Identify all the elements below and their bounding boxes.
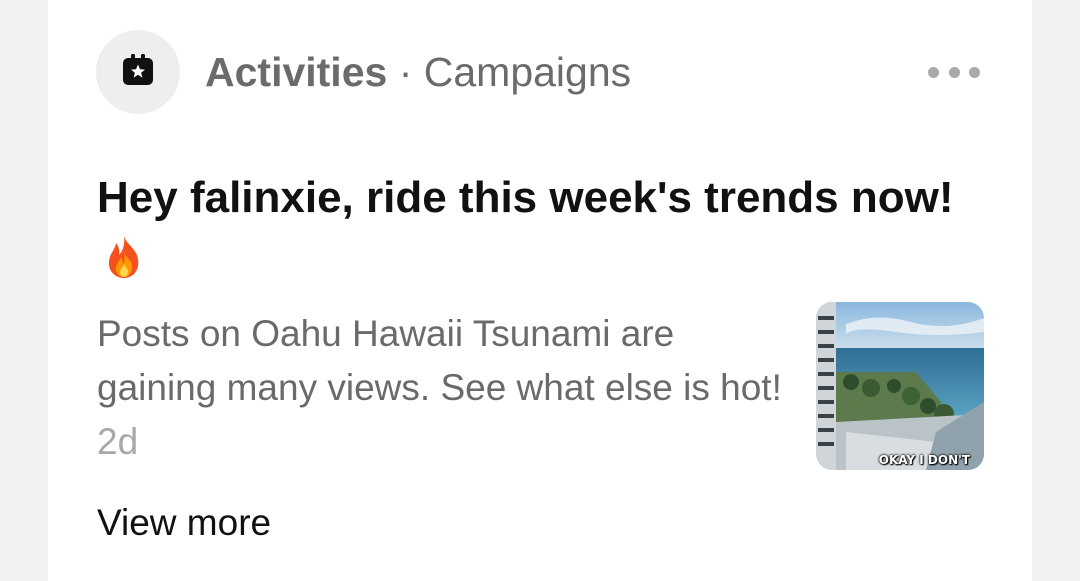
notification-card[interactable]: Activities · Campaigns Hey falinxie, rid…: [48, 0, 1032, 581]
more-options-button[interactable]: [928, 60, 980, 84]
title-text: Hey falinxie, ride this week's trends no…: [97, 173, 954, 222]
notification-title: Hey falinxie, ride this week's trends no…: [97, 167, 977, 297]
more-horizontal-icon: [928, 66, 980, 78]
header-separator: ·: [387, 49, 424, 95]
notification-header: Activities · Campaigns: [205, 46, 631, 98]
calendar-star-icon: [121, 53, 155, 92]
category-label: Activities: [205, 49, 388, 95]
notification-age: 2d: [97, 421, 139, 462]
fire-icon: [103, 234, 145, 297]
notification-body: Posts on Oahu Hawaii Tsunami are gaining…: [97, 307, 787, 469]
body-text: Posts on Oahu Hawaii Tsunami are gaining…: [97, 313, 782, 408]
thumbnail-caption: OKAY I DON'T: [878, 453, 970, 467]
view-more-link[interactable]: View more: [97, 498, 271, 548]
ocean-view-thumbnail[interactable]: OKAY I DON'T: [816, 302, 984, 470]
activity-avatar: [96, 30, 180, 114]
subcategory-label: Campaigns: [423, 49, 632, 95]
